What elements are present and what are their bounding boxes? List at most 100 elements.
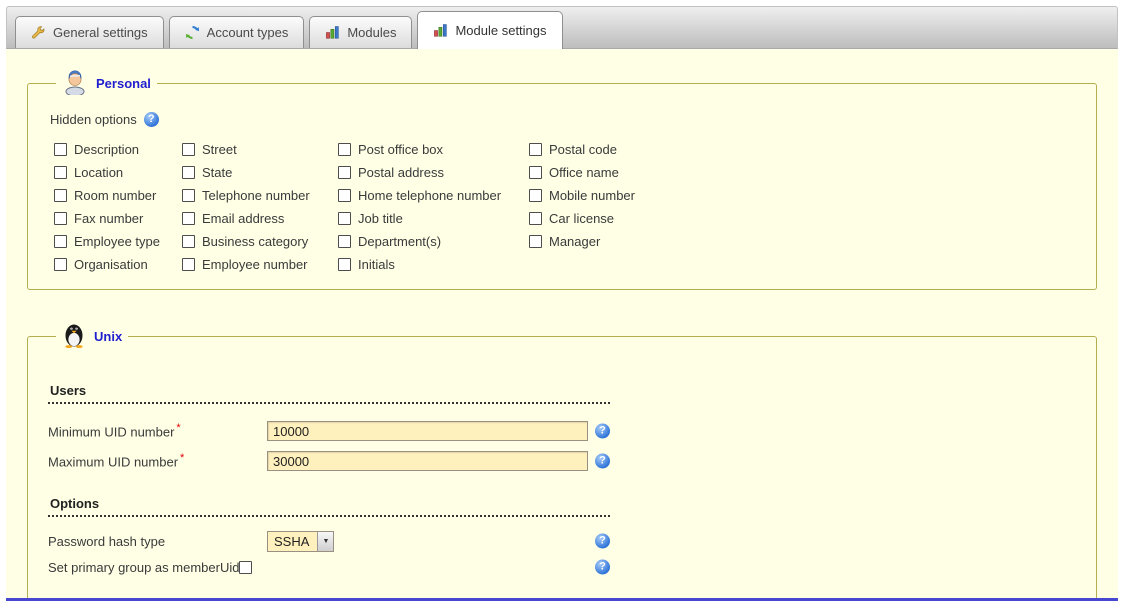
hidden-option-checkbox[interactable] bbox=[182, 258, 195, 271]
hidden-option-label: Fax number bbox=[74, 211, 143, 226]
unix-legend: Unix bbox=[56, 322, 128, 351]
hidden-options-label: Hidden options bbox=[50, 112, 137, 127]
hidden-option-checkbox[interactable] bbox=[529, 143, 542, 156]
hidden-option[interactable]: Department(s) bbox=[338, 233, 529, 250]
hidden-option-checkbox[interactable] bbox=[54, 258, 67, 271]
required-marker: * bbox=[176, 422, 180, 434]
member-uid-label: Set primary group as memberUid bbox=[48, 560, 239, 575]
hidden-option-label: Home telephone number bbox=[358, 188, 501, 203]
hidden-option-checkbox[interactable] bbox=[182, 189, 195, 202]
hidden-option-label: Street bbox=[202, 142, 237, 157]
person-icon bbox=[62, 69, 88, 98]
help-icon[interactable]: ? bbox=[595, 534, 610, 549]
hidden-option-label: Manager bbox=[549, 234, 600, 249]
hidden-option-label: Postal address bbox=[358, 165, 444, 180]
options-section-header: Options bbox=[48, 496, 610, 517]
hidden-option-label: Employee number bbox=[202, 257, 308, 272]
hidden-option-checkbox[interactable] bbox=[338, 258, 351, 271]
member-uid-checkbox[interactable] bbox=[239, 561, 252, 574]
hidden-option-checkbox[interactable] bbox=[54, 189, 67, 202]
tab-account-types[interactable]: Account types bbox=[169, 16, 305, 48]
tab-general-settings[interactable]: General settings bbox=[15, 16, 164, 48]
hidden-option-label: Employee type bbox=[74, 234, 160, 249]
hidden-option-label: Car license bbox=[549, 211, 614, 226]
hidden-option-checkbox[interactable] bbox=[182, 166, 195, 179]
hidden-option-checkbox[interactable] bbox=[182, 235, 195, 248]
help-icon[interactable]: ? bbox=[144, 112, 159, 127]
hidden-option[interactable]: Room number bbox=[54, 187, 182, 204]
max-uid-label: Maximum UID number* bbox=[48, 452, 267, 469]
hidden-option-checkbox[interactable] bbox=[182, 212, 195, 225]
hidden-option-checkbox[interactable] bbox=[529, 235, 542, 248]
hidden-option[interactable]: Organisation bbox=[54, 256, 182, 273]
hidden-option-label: Office name bbox=[549, 165, 619, 180]
hidden-option[interactable]: State bbox=[182, 164, 338, 181]
hidden-option-checkbox[interactable] bbox=[529, 212, 542, 225]
modules-icon bbox=[325, 25, 340, 40]
hidden-option-label: Location bbox=[74, 165, 123, 180]
hidden-option[interactable]: Fax number bbox=[54, 210, 182, 227]
hidden-option-label: Job title bbox=[358, 211, 403, 226]
wrench-icon bbox=[31, 25, 46, 40]
hidden-option[interactable]: Mobile number bbox=[529, 187, 1076, 204]
password-hash-select[interactable]: SSHA ▼ bbox=[267, 531, 334, 552]
member-uid-row: Set primary group as memberUid ? bbox=[48, 557, 1076, 577]
tab-module-settings[interactable]: Module settings bbox=[417, 11, 562, 49]
hidden-option-checkbox[interactable] bbox=[338, 189, 351, 202]
hidden-option-label: Initials bbox=[358, 257, 395, 272]
hidden-option-checkbox[interactable] bbox=[54, 166, 67, 179]
min-uid-input[interactable] bbox=[267, 421, 588, 441]
min-uid-row: Minimum UID number* ? bbox=[48, 420, 1076, 442]
hidden-option-checkbox[interactable] bbox=[182, 143, 195, 156]
hidden-option-label: Mobile number bbox=[549, 188, 635, 203]
max-uid-row: Maximum UID number* ? bbox=[48, 450, 1076, 472]
min-uid-label: Minimum UID number* bbox=[48, 422, 267, 439]
hidden-option-label: Department(s) bbox=[358, 234, 441, 249]
hidden-option[interactable]: Postal code bbox=[529, 141, 1076, 158]
help-icon[interactable]: ? bbox=[595, 560, 610, 575]
hidden-option[interactable]: Street bbox=[182, 141, 338, 158]
hidden-option-checkbox[interactable] bbox=[529, 166, 542, 179]
hidden-option-label: Room number bbox=[74, 188, 156, 203]
hidden-option[interactable]: Office name bbox=[529, 164, 1076, 181]
tux-penguin-icon bbox=[62, 322, 86, 351]
hidden-option-label: Post office box bbox=[358, 142, 443, 157]
unix-title: Unix bbox=[94, 329, 122, 344]
hidden-option[interactable]: Business category bbox=[182, 233, 338, 250]
max-uid-input[interactable] bbox=[267, 451, 588, 471]
hidden-option[interactable]: Email address bbox=[182, 210, 338, 227]
hidden-option[interactable]: Job title bbox=[338, 210, 529, 227]
hidden-option[interactable]: Initials bbox=[338, 256, 529, 273]
help-icon[interactable]: ? bbox=[595, 454, 610, 469]
hidden-option-checkbox[interactable] bbox=[54, 235, 67, 248]
hidden-option[interactable]: Postal address bbox=[338, 164, 529, 181]
hidden-option-label: Description bbox=[74, 142, 139, 157]
help-icon[interactable]: ? bbox=[595, 424, 610, 439]
hidden-option-label: Email address bbox=[202, 211, 284, 226]
hidden-option[interactable]: Home telephone number bbox=[338, 187, 529, 204]
hidden-option-checkbox[interactable] bbox=[338, 235, 351, 248]
hidden-option[interactable]: Employee type bbox=[54, 233, 182, 250]
hidden-option-checkbox[interactable] bbox=[338, 166, 351, 179]
unix-section: Unix Users Minimum UID number* ? Maximum… bbox=[27, 322, 1097, 598]
hidden-option[interactable]: Telephone number bbox=[182, 187, 338, 204]
hidden-option[interactable]: Manager bbox=[529, 233, 1076, 250]
footer-divider bbox=[6, 598, 1118, 601]
password-hash-row: Password hash type SSHA ▼ ? bbox=[48, 531, 1076, 551]
hidden-option-checkbox[interactable] bbox=[54, 212, 67, 225]
hidden-option[interactable]: Description bbox=[54, 141, 182, 158]
tab-modules[interactable]: Modules bbox=[309, 16, 412, 48]
hidden-option-checkbox[interactable] bbox=[54, 143, 67, 156]
password-hash-label: Password hash type bbox=[48, 534, 267, 549]
personal-title: Personal bbox=[96, 76, 151, 91]
chevron-down-icon: ▼ bbox=[317, 532, 333, 551]
password-hash-value: SSHA bbox=[268, 532, 317, 551]
hidden-option-checkbox[interactable] bbox=[338, 212, 351, 225]
hidden-option[interactable]: Employee number bbox=[182, 256, 338, 273]
hidden-option-checkbox[interactable] bbox=[529, 189, 542, 202]
hidden-option[interactable]: Car license bbox=[529, 210, 1076, 227]
hidden-option-checkbox[interactable] bbox=[338, 143, 351, 156]
hidden-option[interactable]: Post office box bbox=[338, 141, 529, 158]
hidden-option[interactable]: Location bbox=[54, 164, 182, 181]
module-settings-icon bbox=[433, 23, 448, 38]
